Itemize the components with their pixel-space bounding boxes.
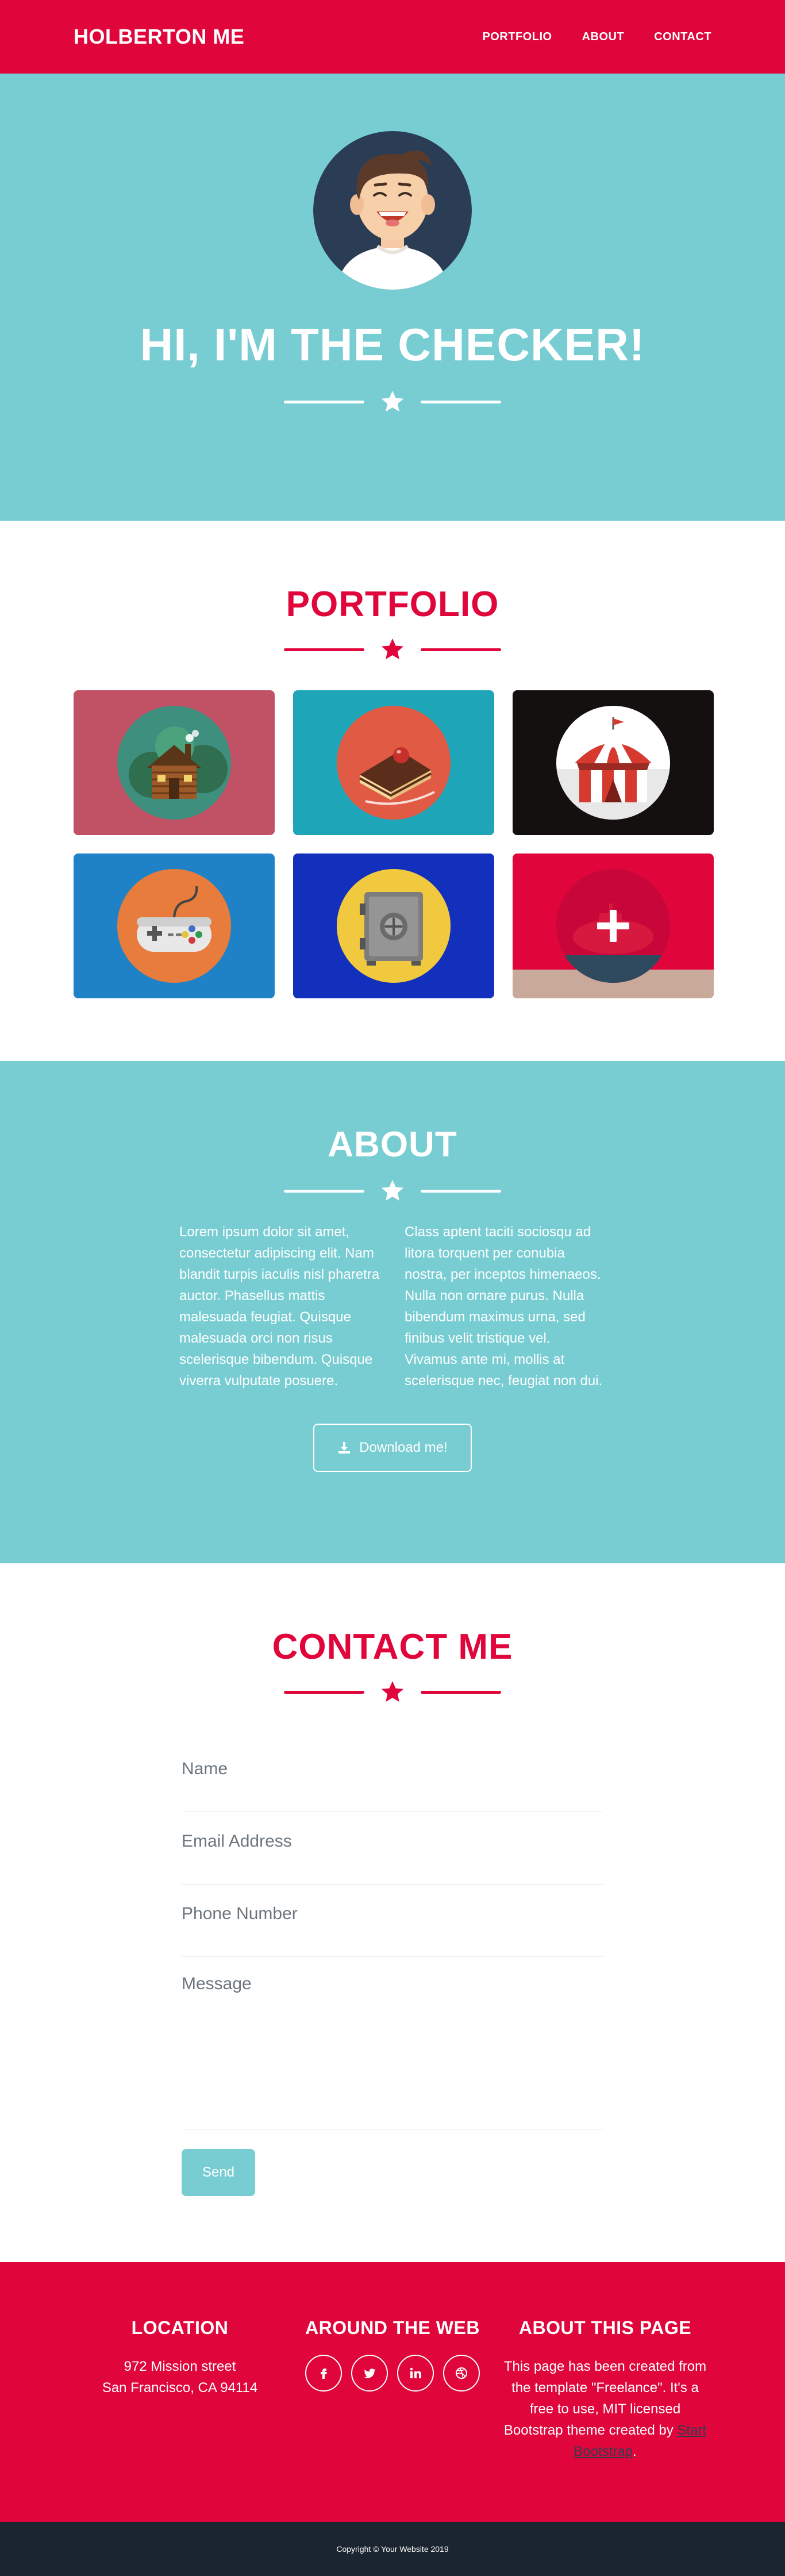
footer: LOCATION 972 Mission street San Francisc… bbox=[0, 2262, 785, 2522]
message-field-wrapper bbox=[182, 1957, 603, 2129]
portfolio-grid bbox=[74, 690, 714, 998]
about-page-tail: . bbox=[633, 2444, 637, 2459]
divider-line bbox=[284, 648, 364, 651]
facebook-icon[interactable] bbox=[305, 2355, 342, 2392]
social-links bbox=[305, 2355, 480, 2392]
contact-title: CONTACT ME bbox=[272, 1627, 513, 1667]
portfolio-title: PORTFOLIO bbox=[286, 585, 499, 624]
contact-section: CONTACT ME Send bbox=[0, 1563, 785, 2262]
star-icon bbox=[381, 1179, 404, 1201]
about-text-right: Class aptent taciti sociosqu ad litora t… bbox=[405, 1224, 603, 1389]
address-line1: 972 Mission street bbox=[124, 2359, 236, 2374]
copyright-text: Copyright © Your Website 2019 bbox=[336, 2544, 449, 2554]
navbar: HOLBERTON ME PORTFOLIO ABOUT CONTACT bbox=[0, 0, 785, 74]
divider-line bbox=[284, 1690, 364, 1694]
footer-social: AROUND THE WEB bbox=[286, 2317, 499, 2522]
portfolio-divider bbox=[284, 636, 501, 663]
dribbble-icon[interactable] bbox=[443, 2355, 480, 2392]
portfolio-item-submarine[interactable] bbox=[513, 853, 714, 998]
footer-location: LOCATION 972 Mission street San Francisc… bbox=[74, 2317, 286, 2522]
download-button[interactable]: Download me! bbox=[313, 1424, 472, 1472]
about-columns: Lorem ipsum dolor sit amet, consectetur … bbox=[179, 1221, 606, 1391]
name-field-wrapper bbox=[182, 1740, 603, 1812]
nav-link-portfolio[interactable]: PORTFOLIO bbox=[482, 30, 552, 44]
safe-icon bbox=[337, 869, 451, 983]
divider-line bbox=[421, 1189, 501, 1193]
linkedin-icon[interactable] bbox=[397, 2355, 434, 2392]
email-field-wrapper bbox=[182, 1812, 603, 1885]
divider-line bbox=[284, 1189, 364, 1193]
name-input[interactable] bbox=[182, 1759, 603, 1779]
portfolio-item-cabin[interactable] bbox=[74, 690, 275, 835]
location-title: LOCATION bbox=[131, 2317, 229, 2338]
about-page-body: This page has been created from the temp… bbox=[503, 2359, 707, 2438]
email-input[interactable] bbox=[182, 1832, 603, 1851]
address-line2: San Francisco, CA 94114 bbox=[102, 2380, 258, 2396]
around-web-title: AROUND THE WEB bbox=[305, 2317, 480, 2338]
address: 972 Mission street San Francisco, CA 941… bbox=[102, 2356, 257, 2398]
about-title: ABOUT bbox=[328, 1125, 457, 1164]
star-icon bbox=[381, 390, 404, 412]
star-icon bbox=[381, 638, 404, 660]
portfolio-item-circus[interactable] bbox=[513, 690, 714, 835]
game-controller-icon bbox=[117, 869, 231, 983]
download-icon bbox=[338, 1442, 351, 1454]
brand-logo[interactable]: HOLBERTON ME bbox=[74, 25, 244, 49]
cabin-icon bbox=[117, 706, 231, 820]
circus-tent-icon bbox=[556, 706, 670, 820]
download-label: Download me! bbox=[359, 1440, 448, 1455]
twitter-icon[interactable] bbox=[351, 2355, 388, 2392]
hero-title: HI, I'M THE CHECKER! bbox=[140, 319, 645, 370]
phone-input[interactable] bbox=[182, 1904, 603, 1924]
plus-icon bbox=[597, 910, 629, 942]
phone-field-wrapper bbox=[182, 1885, 603, 1957]
divider-line bbox=[421, 1690, 501, 1694]
about-divider bbox=[284, 1178, 501, 1204]
nav-link-contact[interactable]: CONTACT bbox=[654, 30, 711, 44]
about-section: ABOUT Lorem ipsum dolor sit amet, consec… bbox=[0, 1061, 785, 1563]
divider-line bbox=[421, 648, 501, 651]
star-icon bbox=[381, 1681, 404, 1702]
avatar-illustration bbox=[313, 131, 472, 290]
portfolio-item-safe[interactable] bbox=[293, 853, 494, 998]
message-textarea[interactable] bbox=[182, 1974, 603, 2112]
contact-form: Send bbox=[182, 1740, 603, 2196]
portfolio-item-game[interactable] bbox=[74, 853, 275, 998]
copyright-bar: Copyright © Your Website 2019 bbox=[0, 2522, 785, 2576]
divider-line bbox=[284, 400, 364, 403]
about-text-left: Lorem ipsum dolor sit amet, consectetur … bbox=[179, 1224, 380, 1389]
nav-links: PORTFOLIO ABOUT CONTACT bbox=[482, 30, 711, 44]
divider-line bbox=[421, 400, 501, 403]
contact-divider bbox=[284, 1679, 501, 1705]
about-page-title: ABOUT THIS PAGE bbox=[518, 2317, 692, 2338]
cake-icon bbox=[337, 706, 451, 820]
portfolio-item-cake[interactable] bbox=[293, 690, 494, 835]
hero-divider bbox=[284, 389, 501, 415]
send-button[interactable]: Send bbox=[182, 2149, 255, 2196]
nav-link-about[interactable]: ABOUT bbox=[582, 30, 625, 44]
masthead: HI, I'M THE CHECKER! bbox=[0, 74, 785, 521]
about-page-text: This page has been created from the temp… bbox=[499, 2356, 711, 2462]
portfolio-section: PORTFOLIO bbox=[0, 521, 785, 1061]
footer-about: ABOUT THIS PAGE This page has been creat… bbox=[499, 2317, 711, 2522]
